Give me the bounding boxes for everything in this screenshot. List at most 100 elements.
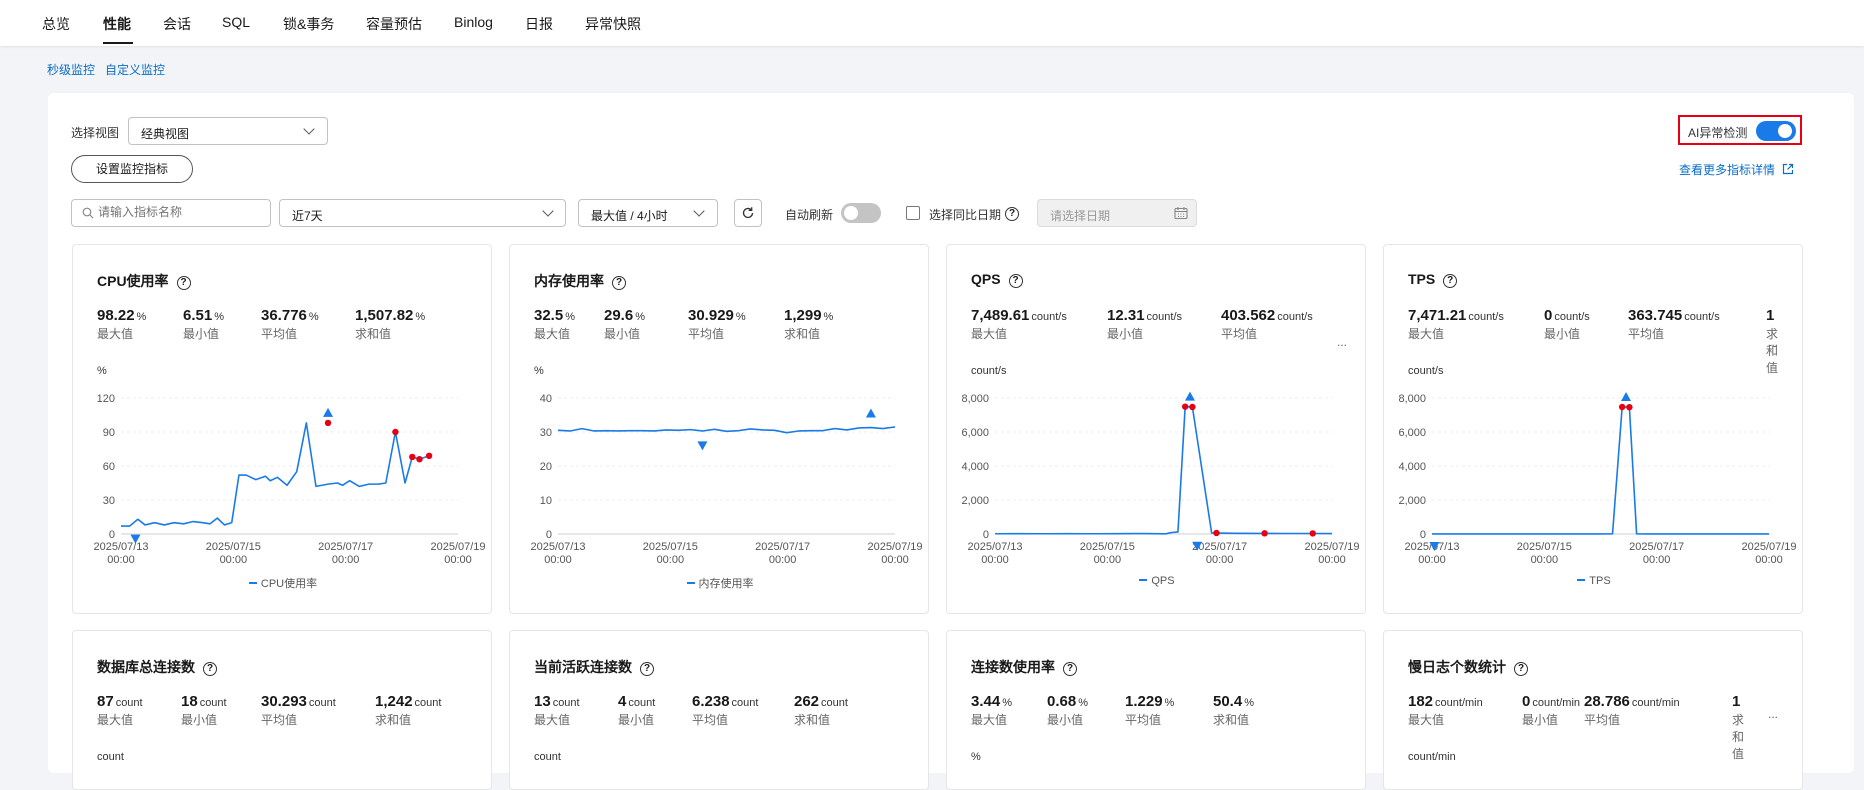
aggregation-select[interactable]: 最大值 / 4小时 xyxy=(578,199,718,227)
metric-card: 内存使用率? 32.5% 最大值 29.6% 最小值 30.929% 平均值 1,299% 求和… xyxy=(509,244,929,614)
toggle-knob xyxy=(1778,124,1792,138)
tab-overview[interactable]: 总览 xyxy=(42,14,70,34)
metric-search-input[interactable] xyxy=(98,205,263,219)
line-chart: 02,0004,0006,0008,0002025/07/1300:002025… xyxy=(1398,391,1797,566)
metric-card: CPU使用率? 98.22% 最大值 6.51% 最小值 36.776% 平均值 1,507.… xyxy=(72,244,492,614)
stat-sum: 1,242 count 求和值 xyxy=(375,693,441,728)
tab-daily-report[interactable]: 日报 xyxy=(525,14,553,34)
time-range-select[interactable]: 近7天 xyxy=(279,199,566,227)
tab-binlog[interactable]: Binlog xyxy=(454,14,493,30)
view-select-value: 经典视图 xyxy=(141,127,190,141)
y-tick-label: 120 xyxy=(97,393,115,405)
y-tick-label: 2,000 xyxy=(1398,495,1426,507)
custom-monitor-link[interactable]: 自定义监控 xyxy=(105,61,165,78)
more-details-link[interactable]: 查看更多指标详情 xyxy=(1679,161,1794,178)
stat-label: 最大值 xyxy=(1408,713,1445,727)
tab-sql[interactable]: SQL xyxy=(222,14,250,30)
x-tick-label: 00:00 xyxy=(220,554,248,566)
stat-label: 求和值 xyxy=(375,713,412,727)
max-marker xyxy=(865,408,876,418)
stat-unit: count/min xyxy=(1532,697,1581,709)
help-icon[interactable]: ? xyxy=(203,662,217,676)
x-tick-label: 00:00 xyxy=(1643,554,1671,566)
stat-value: 87 xyxy=(97,693,114,710)
tab-performance[interactable]: 性能 xyxy=(103,14,131,34)
x-tick-label: 00:00 xyxy=(107,554,135,566)
help-icon[interactable]: ? xyxy=(1063,662,1077,676)
x-tick-label: 2025/07/15 xyxy=(206,541,261,553)
auto-refresh-toggle[interactable] xyxy=(841,203,881,223)
anomaly-point xyxy=(1189,403,1196,411)
aggregation-value: 最大值 / 4小时 xyxy=(591,209,668,223)
stat-label: 求和值 xyxy=(794,713,831,727)
chevron-down-icon xyxy=(303,123,315,135)
stat-value: 1,242 xyxy=(375,693,413,710)
view-select[interactable]: 经典视图 xyxy=(128,117,328,145)
stat-value: 3.44 xyxy=(971,693,1001,710)
ai-detection-toggle[interactable] xyxy=(1756,121,1796,141)
help-icon[interactable]: ? xyxy=(1005,205,1019,221)
stat-avg: 1.229% 平均值 xyxy=(1125,693,1174,728)
x-tick-label: 2025/07/19 xyxy=(1304,541,1359,553)
line-chart: 0102030402025/07/1300:002025/07/1500:002… xyxy=(530,393,922,566)
x-tick-label: 2025/07/15 xyxy=(1517,541,1572,553)
y-tick-label: 2,000 xyxy=(961,495,989,507)
stat-label: 最小值 xyxy=(1047,713,1084,727)
stat-value: 262 xyxy=(794,693,820,710)
refresh-button[interactable] xyxy=(734,199,762,227)
more-details-label: 查看更多指标详情 xyxy=(1679,163,1776,177)
y-tick-label: 40 xyxy=(540,393,552,405)
max-marker xyxy=(1184,391,1195,401)
help-icon[interactable]: ? xyxy=(640,662,654,676)
stat-unit: count/min xyxy=(1631,697,1680,709)
toggle-knob xyxy=(844,206,858,220)
stat-label: 最小值 xyxy=(1522,713,1559,727)
stat-unit: % xyxy=(1244,697,1254,709)
chart-legend[interactable]: TPS xyxy=(1384,575,1804,587)
stat-avg: 6.238 count 平均值 xyxy=(692,693,758,728)
stat-unit: % xyxy=(1078,697,1088,709)
card-title-text: 慢日志个数统计 xyxy=(1408,659,1506,675)
chart-legend[interactable]: QPS xyxy=(947,575,1367,587)
stat-label: 求和值 xyxy=(1213,713,1250,727)
stat-max: 13 count 最大值 xyxy=(534,693,580,728)
x-tick-label: 00:00 xyxy=(1755,554,1783,566)
more-stats-ellipsis[interactable]: ... xyxy=(1768,707,1778,721)
metric-card: 连接数使用率? 3.44% 最大值 0.68% 最小值 1.229% 平均值 50.4% 求和值… xyxy=(946,630,1366,790)
anomaly-point xyxy=(1213,529,1220,537)
anomaly-point xyxy=(1309,530,1316,537)
stat-label: 平均值 xyxy=(692,713,729,727)
y-tick-label: 10 xyxy=(540,495,552,507)
y-axis-unit: count xyxy=(534,751,561,763)
compare-date-checkbox[interactable] xyxy=(906,206,920,220)
x-tick-label: 00:00 xyxy=(981,554,1009,566)
tab-locks-transactions[interactable]: 锁&事务 xyxy=(283,14,334,34)
stat-min: 18 count 最小值 xyxy=(181,693,227,728)
time-range-value: 近7天 xyxy=(292,209,323,223)
y-tick-label: 8,000 xyxy=(961,393,989,405)
x-tick-label: 2025/07/17 xyxy=(755,541,810,553)
help-icon[interactable]: ? xyxy=(1514,662,1528,676)
second-level-monitor-link[interactable]: 秒级监控 xyxy=(47,61,95,78)
metric-card: 当前活跃连接数? 13 count 最大值 4 count 最小值 6.238 count 平均值… xyxy=(509,630,929,790)
chart-legend[interactable]: 内存使用率 xyxy=(510,575,930,591)
search-icon xyxy=(82,207,94,219)
tab-sessions[interactable]: 会话 xyxy=(163,14,191,34)
date-picker[interactable]: 请选择日期 xyxy=(1037,199,1197,227)
set-metrics-button[interactable]: 设置监控指标 xyxy=(71,155,193,183)
tab-capacity-forecast[interactable]: 容量预估 xyxy=(366,14,422,34)
x-tick-label: 00:00 xyxy=(544,554,572,566)
view-label: 选择视图 xyxy=(71,126,120,140)
stat-max: 3.44% 最大值 xyxy=(971,693,1012,728)
x-tick-label: 00:00 xyxy=(332,554,360,566)
stat-unit: % xyxy=(1164,697,1175,709)
metric-search-box[interactable] xyxy=(71,199,271,227)
x-tick-label: 2025/07/15 xyxy=(643,541,698,553)
min-marker xyxy=(697,441,708,451)
anomaly-point xyxy=(416,456,423,463)
tab-anomaly-snapshot[interactable]: 异常快照 xyxy=(585,14,641,34)
stat-unit: count xyxy=(821,697,848,709)
stat-min: 4 count 最小值 xyxy=(618,693,655,728)
chart-legend[interactable]: CPU使用率 xyxy=(73,575,493,591)
date-picker-placeholder: 请选择日期 xyxy=(1050,209,1111,223)
